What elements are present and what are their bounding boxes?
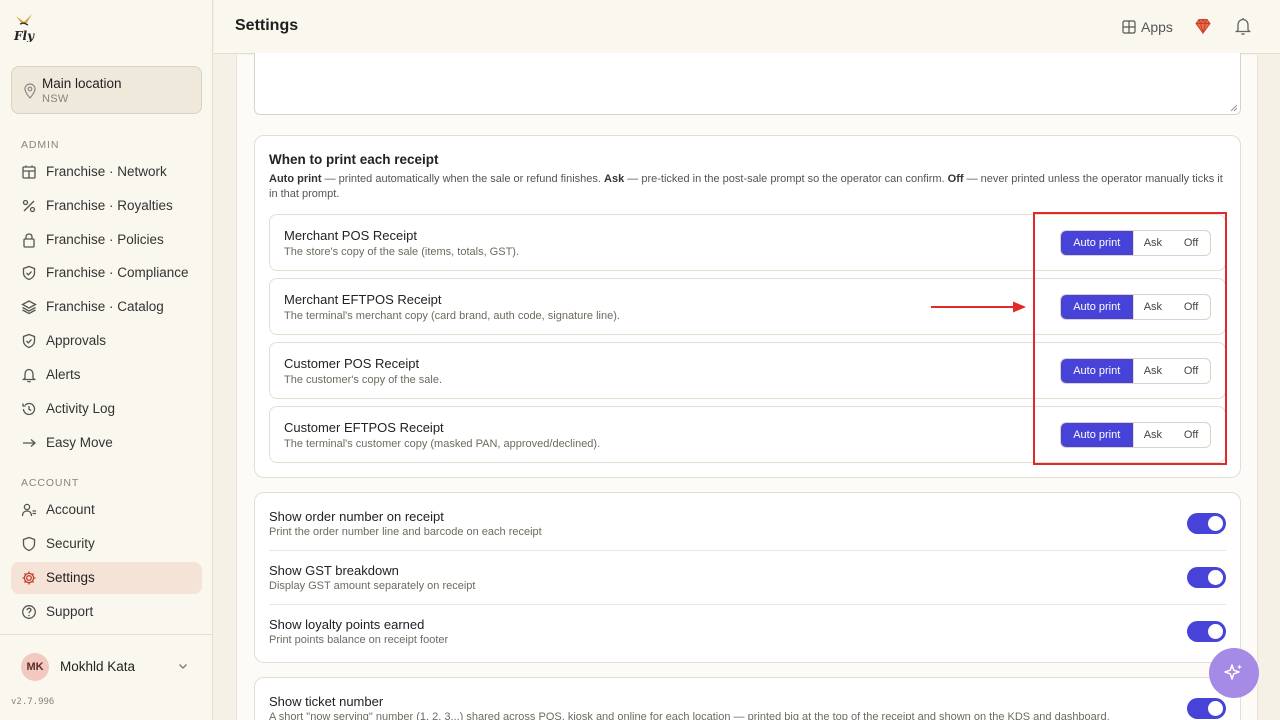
sidebar-item-label: Franchise · Royalties [46,198,173,213]
loyalty-points-toggle[interactable] [1187,621,1226,642]
sidebar-item-label: Activity Log [46,401,116,416]
toggle-row-ticket-number: Show ticket number A short "now serving"… [269,694,1226,720]
svg-text:Fly: Fly [13,29,35,42]
row-divider [269,604,1226,605]
lock-icon [23,233,35,248]
sidebar-item-label: Franchise · Compliance [46,265,189,280]
toggle-row-loyalty-points: Show loyalty points earned Print points … [269,617,1226,657]
receipt-desc: The terminal's customer copy (masked PAN… [284,438,601,450]
sidebar-item-franchise-compliance[interactable]: Franchise · Compliance [11,257,202,289]
toggle-title: Show order number on receipt [269,509,444,524]
ticket-number-card: Show ticket number A short "now serving"… [254,677,1241,720]
page-title: Settings [235,17,299,34]
receipt-name: Customer EFTPOS Receipt [284,420,444,435]
toggle-desc: A short "now serving" number (1, 2, 3...… [269,711,1110,720]
gem-icon[interactable] [1194,17,1212,35]
gear-icon [22,571,36,585]
print-receipts-title: When to print each receipt [269,152,439,167]
receipt-name: Merchant POS Receipt [284,228,417,243]
location-region: NSW [42,93,69,105]
grid-icon [1122,20,1136,34]
sidebar: Fly Main location NSW ADMIN Franchise · … [0,0,213,720]
location-selector[interactable]: Main location NSW [11,66,202,114]
toggle-row-order-number: Show order number on receipt Print the o… [269,509,1226,549]
sidebar-item-label: Security [46,536,95,551]
user-icon [21,503,36,517]
sparkle-icon [1224,664,1242,680]
toggle-title: Show GST breakdown [269,563,399,578]
receipt-desc: The store's copy of the sale (items, tot… [284,246,520,258]
sidebar-item-label: Support [46,604,94,619]
ticket-number-toggle[interactable] [1187,698,1226,719]
receipt-options-card: Show order number on receipt Print the o… [254,492,1241,663]
apps-label: Apps [1141,19,1173,35]
print-receipts-description: Auto print — printed automatically when … [269,173,1223,200]
shield-icon [22,265,36,281]
sidebar-item-label: Account [46,502,95,517]
location-name: Main location [42,76,122,91]
notifications-bell-icon[interactable] [1234,16,1252,36]
avatar: MK [21,653,49,681]
ai-assistant-button[interactable] [1209,648,1259,698]
sidebar-item-label: Settings [46,570,95,585]
apps-button[interactable]: Apps [1120,16,1176,38]
order-number-toggle[interactable] [1187,513,1226,534]
user-name: Mokhld Kata [60,659,136,674]
sidebar-item-activity-log[interactable]: Activity Log [11,393,202,425]
row-divider [269,550,1226,551]
percent-icon [22,199,36,213]
sidebar-item-easy-move[interactable]: Easy Move [11,427,202,459]
toggle-title: Show loyalty points earned [269,617,425,632]
history-icon [22,402,36,416]
sidebar-item-franchise-network[interactable]: Franchise · Network [11,156,202,188]
sidebar-item-label: Franchise · Policies [46,232,164,247]
account-section-label: ACCOUNT [21,477,80,489]
toggle-desc: Display GST amount separately on receipt [269,580,476,592]
sidebar-item-account[interactable]: Account [11,494,202,526]
layers-icon [21,300,37,315]
top-header: Settings Apps [214,0,1280,54]
gst-breakdown-toggle[interactable] [1187,567,1226,588]
sidebar-item-label: Easy Move [46,435,113,450]
sidebar-item-settings[interactable]: Settings [11,562,202,594]
sidebar-item-alerts[interactable]: Alerts [11,359,202,391]
toggle-title: Show ticket number [269,694,384,709]
user-menu[interactable]: MK Mokhld Kata [11,650,202,684]
toggle-desc: Print points balance on receipt footer [269,634,449,646]
toggle-row-gst-breakdown: Show GST breakdown Display GST amount se… [269,563,1226,603]
arrow-right-icon [23,439,36,447]
annotation-arrow-icon [931,301,1026,313]
help-icon [22,605,36,619]
resize-handle-icon[interactable] [1230,104,1238,112]
sidebar-item-label: Alerts [46,367,81,382]
sidebar-item-franchise-royalties[interactable]: Franchise · Royalties [11,190,202,222]
sidebar-item-label: Franchise · Catalog [46,299,164,314]
sidebar-item-approvals[interactable]: Approvals [11,325,202,357]
bell-icon [21,368,37,383]
highlight-annotation-box [1033,212,1227,465]
receipt-desc: The terminal's merchant copy (card brand… [284,310,620,322]
receipt-name: Customer POS Receipt [284,356,420,371]
sidebar-divider [0,634,213,635]
fly-logo[interactable]: Fly [12,12,36,42]
toggle-desc: Print the order number line and barcode … [269,526,542,538]
shield-check-icon [22,333,36,349]
receipt-name: Merchant EFTPOS Receipt [284,292,442,307]
network-icon [22,165,36,179]
sidebar-item-label: Approvals [46,333,107,348]
settings-content: When to print each receipt Auto print — … [236,53,1258,720]
sidebar-item-security[interactable]: Security [11,528,202,560]
sidebar-item-franchise-policies[interactable]: Franchise · Policies [11,224,202,256]
receipt-desc: The customer's copy of the sale. [284,374,443,386]
sidebar-item-label: Franchise · Network [46,164,167,179]
chevron-down-icon [179,664,187,669]
map-pin-icon [24,83,36,99]
shield-icon [22,536,36,552]
sidebar-item-franchise-catalog[interactable]: Franchise · Catalog [11,291,202,323]
receipt-footer-textarea[interactable] [254,53,1241,115]
app-version: v2.7.996 [11,697,55,707]
sidebar-item-support[interactable]: Support [11,596,202,628]
admin-section-label: ADMIN [21,139,60,151]
